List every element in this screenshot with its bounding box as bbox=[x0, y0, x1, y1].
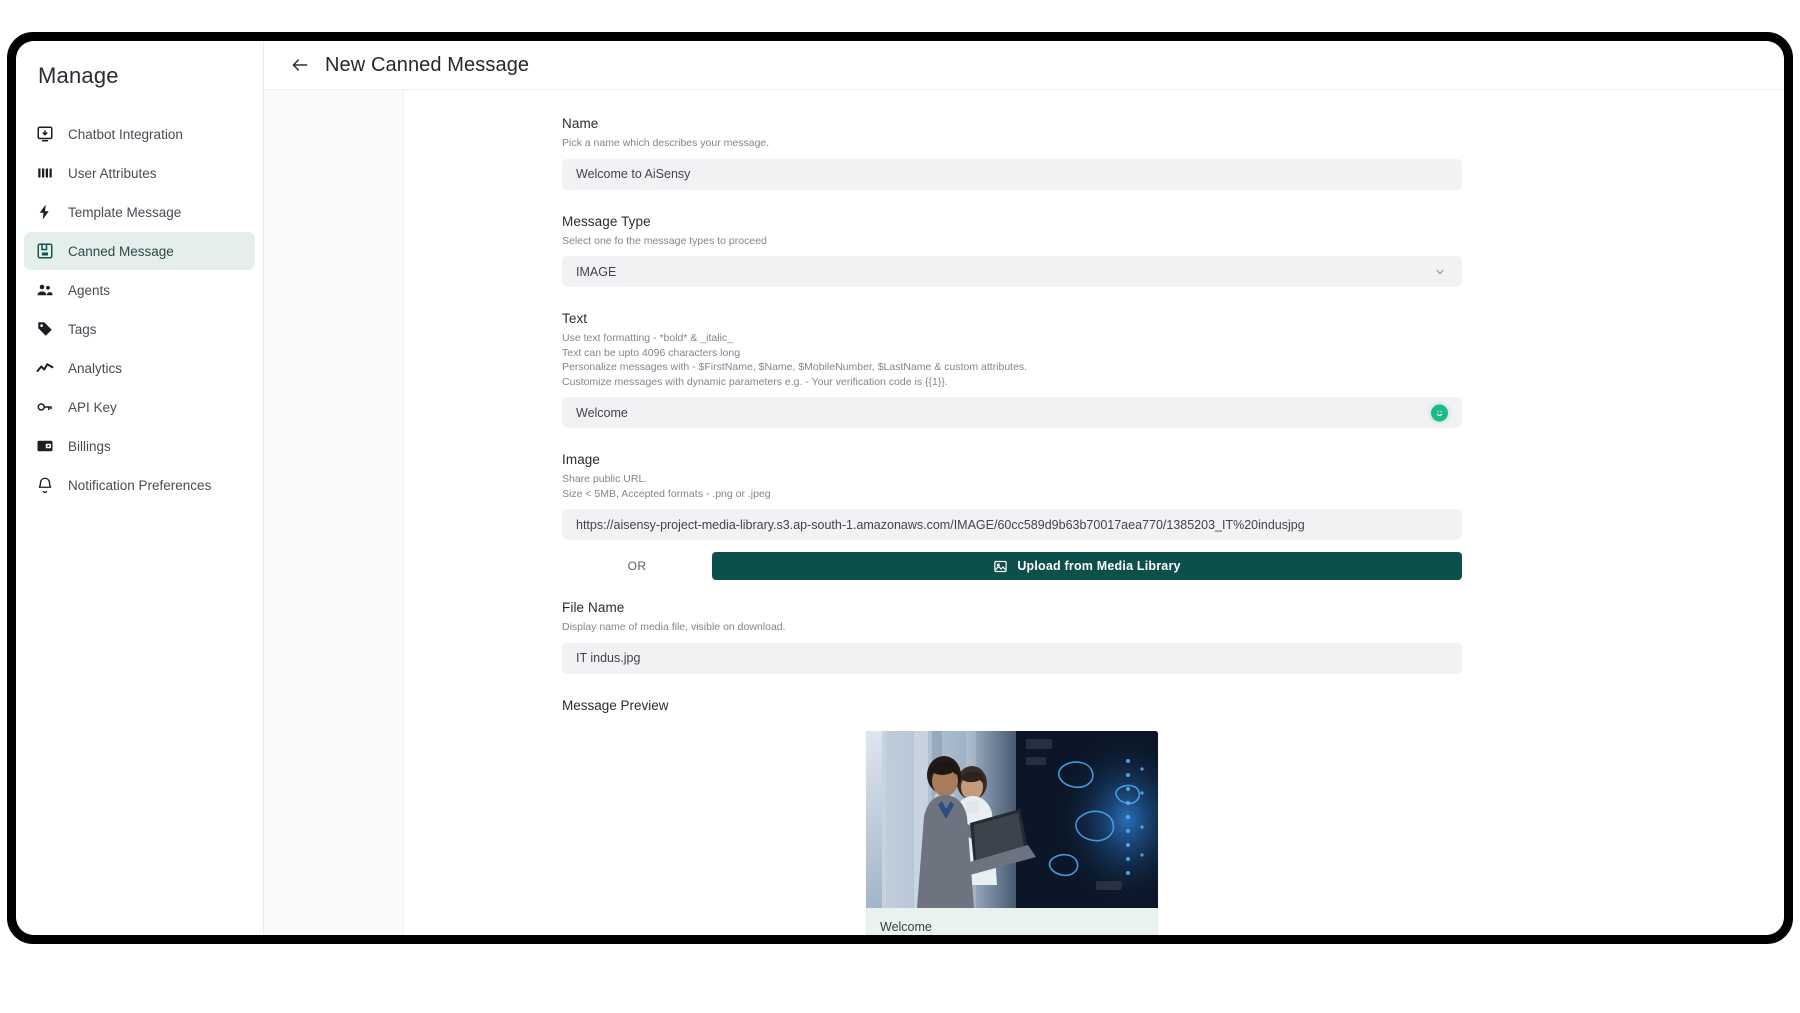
chevron-down-icon[interactable] bbox=[1434, 266, 1446, 278]
or-separator-label: OR bbox=[627, 559, 647, 573]
app-screen: Manage Chatbot Integration User Attribut… bbox=[16, 41, 1784, 935]
preview-image bbox=[866, 730, 1158, 908]
text-hints: Use text formatting - *bold* & _italic_ … bbox=[562, 331, 1784, 389]
text-input-value: Welcome bbox=[576, 405, 628, 420]
sidebar-item-label: User Attributes bbox=[68, 165, 157, 181]
message-type-value: IMAGE bbox=[576, 264, 617, 279]
back-arrow-icon[interactable] bbox=[290, 55, 310, 75]
message-type-label: Message Type bbox=[562, 213, 651, 229]
message-type-hint-line: Select one fo the message types to proce… bbox=[562, 234, 767, 247]
sidebar-item-tags[interactable]: Tags bbox=[24, 310, 255, 348]
tags-icon bbox=[36, 320, 54, 338]
image-hint-line-2: Size < 5MB, Accepted formats - .png or .… bbox=[562, 487, 771, 500]
sidebar: Manage Chatbot Integration User Attribut… bbox=[16, 41, 264, 935]
sidebar-item-label: Analytics bbox=[68, 360, 123, 376]
field-file-name: File Name Display name of media file, vi… bbox=[404, 600, 1784, 674]
sidebar-item-notification-preferences[interactable]: Notification Preferences bbox=[24, 466, 255, 504]
file-name-hint: Display name of media file, visible on d… bbox=[562, 620, 1784, 635]
message-type-select[interactable]: IMAGE bbox=[562, 256, 1462, 287]
sidebar-nav-list: Chatbot Integration User Attributes Temp… bbox=[16, 115, 263, 504]
file-name-label: File Name bbox=[562, 600, 625, 615]
text-hint-line-2: Text can be upto 4096 characters long bbox=[562, 346, 741, 359]
field-image: Image Share public URL. Size < 5MB, Acce… bbox=[404, 452, 1784, 540]
sidebar-item-label: Template Message bbox=[68, 204, 182, 220]
sidebar-item-label: API Key bbox=[68, 399, 117, 415]
sidebar-item-user-attributes[interactable]: User Attributes bbox=[24, 154, 255, 192]
canned-message-form: Name Pick a name which describes your me… bbox=[404, 90, 1784, 935]
image-hint-line-1: Share public URL. bbox=[562, 473, 648, 485]
sidebar-item-label: Agents bbox=[68, 282, 111, 298]
sidebar-item-template-message[interactable]: Template Message bbox=[24, 193, 255, 231]
file-name-value: IT indus.jpg bbox=[576, 651, 641, 665]
upload-from-media-library-button[interactable]: Upload from Media Library bbox=[712, 552, 1462, 580]
page-header: New Canned Message bbox=[264, 41, 1784, 90]
text-hint-line-3: Personalize messages with - $FirstName, … bbox=[562, 361, 1028, 373]
api-key-icon bbox=[36, 398, 54, 416]
left-gutter-panel bbox=[264, 90, 404, 935]
name-hint: Pick a name which describes your message… bbox=[562, 136, 1784, 151]
sidebar-item-analytics[interactable]: Analytics bbox=[24, 349, 255, 387]
upload-button-label: Upload from Media Library bbox=[1017, 559, 1181, 573]
template-message-icon bbox=[36, 203, 54, 221]
text-hint-line-1: Use text formatting - *bold* & _italic_ bbox=[562, 332, 733, 344]
page-title: New Canned Message bbox=[325, 53, 530, 76]
sidebar-item-canned-message[interactable]: Canned Message bbox=[24, 232, 255, 270]
chatbot-integration-icon bbox=[36, 125, 54, 143]
preview-caption: Welcome bbox=[880, 919, 932, 934]
message-preview-bubble: Welcome bbox=[866, 730, 1158, 935]
image-label: Image bbox=[562, 452, 601, 467]
image-hints: Share public URL. Size < 5MB, Accepted f… bbox=[562, 472, 1784, 501]
user-attributes-icon bbox=[36, 164, 54, 182]
sidebar-item-label: Notification Preferences bbox=[68, 477, 212, 493]
sidebar-item-label: Canned Message bbox=[68, 243, 174, 259]
emoji-smiley-icon[interactable] bbox=[1431, 404, 1448, 421]
field-name: Name Pick a name which describes your me… bbox=[404, 116, 1784, 190]
analytics-icon bbox=[36, 359, 54, 377]
name-label: Name bbox=[562, 116, 599, 131]
name-input-value: Welcome to AiSensy bbox=[576, 167, 691, 181]
canned-message-icon bbox=[36, 242, 54, 260]
text-hint-line-4: Customize messages with dynamic paramete… bbox=[562, 375, 948, 388]
sidebar-item-label: Billings bbox=[68, 438, 111, 454]
sidebar-title: Manage bbox=[38, 63, 119, 88]
sidebar-item-agents[interactable]: Agents bbox=[24, 271, 255, 309]
main-content: New Canned Message Name Pick a name whic… bbox=[264, 41, 1784, 935]
sidebar-item-label: Tags bbox=[68, 321, 97, 337]
body-row: Name Pick a name which describes your me… bbox=[264, 90, 1784, 935]
message-type-hint: Select one fo the message types to proce… bbox=[562, 234, 1784, 249]
field-text: Text Use text formatting - *bold* & _ita… bbox=[404, 311, 1784, 428]
agents-icon bbox=[36, 281, 54, 299]
sidebar-item-label: Chatbot Integration bbox=[68, 126, 183, 142]
field-message-type: Message Type Select one fo the message t… bbox=[404, 213, 1784, 287]
sidebar-item-api-key[interactable]: API Key bbox=[24, 388, 255, 426]
upload-row: OR Upload from Media Library bbox=[404, 552, 1784, 580]
image-url-value: https://aisensy-project-media-library.s3… bbox=[576, 517, 1305, 532]
form-scroll-area[interactable]: Name Pick a name which describes your me… bbox=[404, 90, 1784, 935]
sidebar-item-billings[interactable]: Billings bbox=[24, 427, 255, 465]
file-name-input[interactable]: IT indus.jpg bbox=[562, 642, 1462, 674]
text-label: Text bbox=[562, 311, 588, 326]
notification-preferences-icon bbox=[36, 476, 54, 494]
message-preview-section: Message Preview Welcome bbox=[404, 697, 1784, 935]
sidebar-item-chatbot-integration[interactable]: Chatbot Integration bbox=[24, 115, 255, 153]
image-url-input[interactable]: https://aisensy-project-media-library.s3… bbox=[562, 509, 1462, 540]
file-name-hint-line: Display name of media file, visible on d… bbox=[562, 621, 786, 633]
message-preview-label: Message Preview bbox=[562, 697, 669, 713]
browser-window-frame: Manage Chatbot Integration User Attribut… bbox=[7, 32, 1793, 944]
media-image-icon bbox=[993, 559, 1008, 574]
name-hint-line: Pick a name which describes your message… bbox=[562, 137, 770, 149]
name-input[interactable]: Welcome to AiSensy bbox=[562, 158, 1462, 190]
text-input[interactable]: Welcome bbox=[562, 397, 1462, 428]
billings-icon bbox=[36, 437, 54, 455]
